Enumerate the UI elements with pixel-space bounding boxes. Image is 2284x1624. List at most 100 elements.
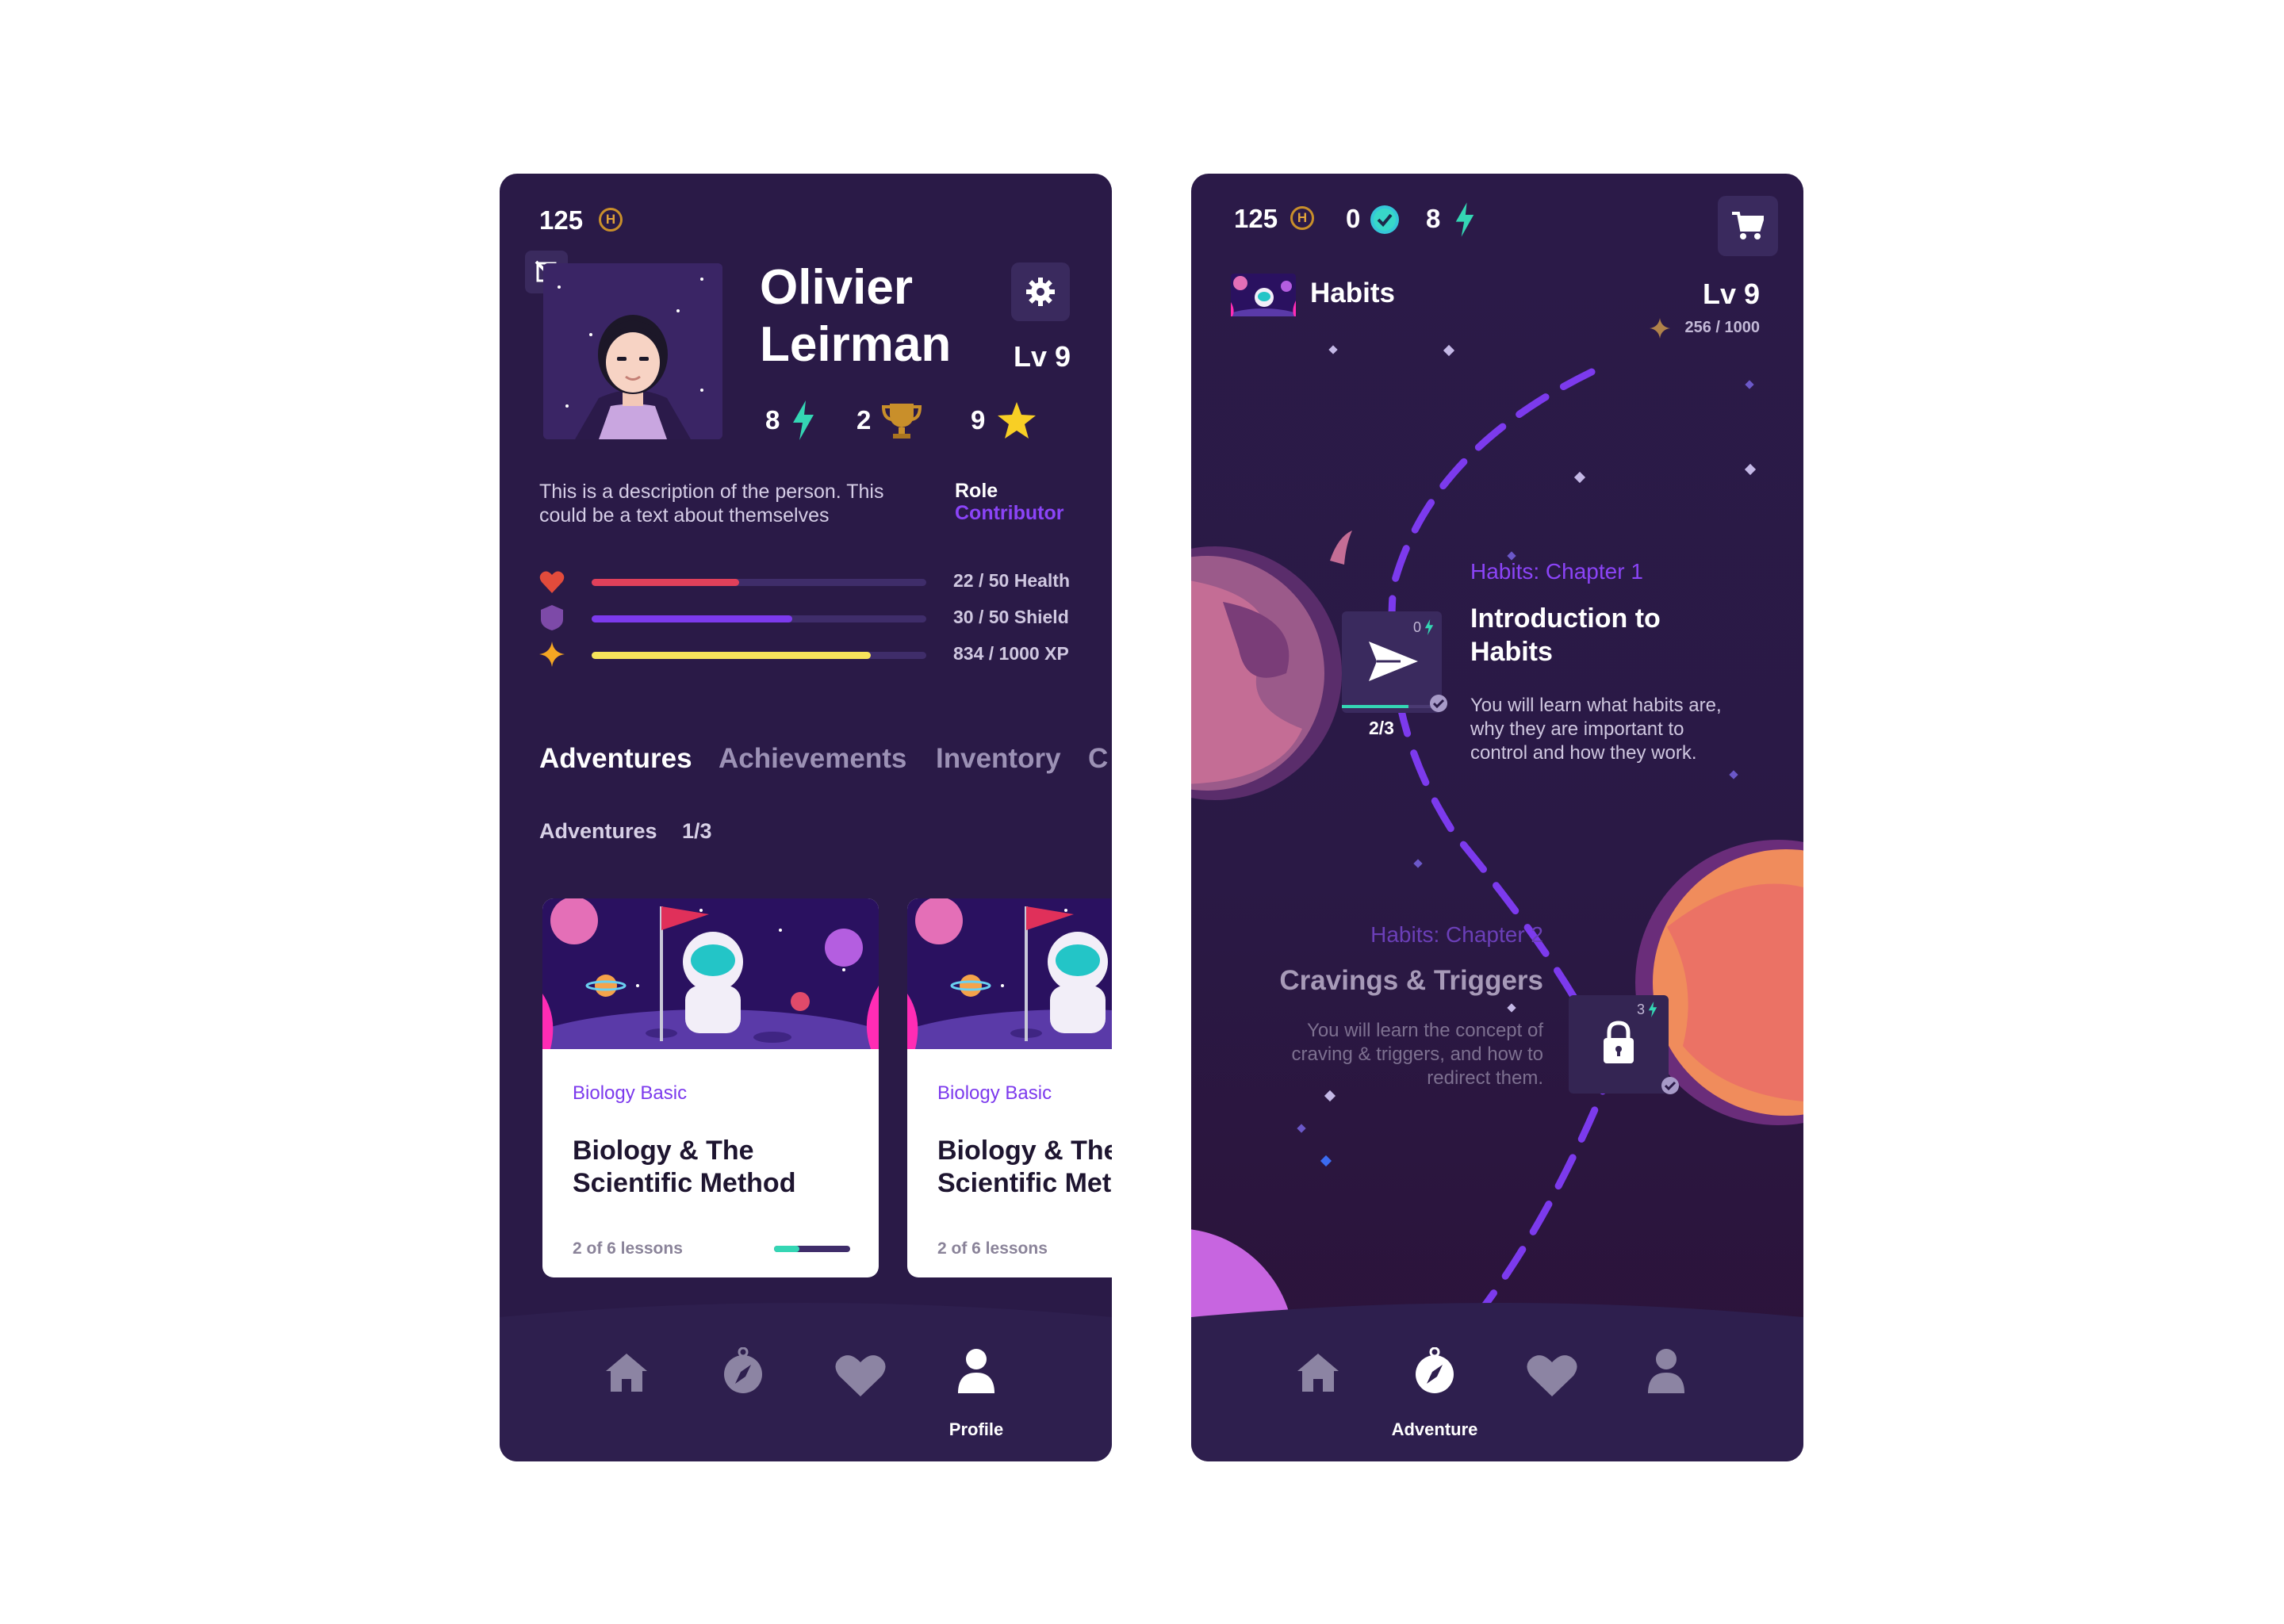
check-badge-icon <box>1370 205 1399 234</box>
check-icon <box>1430 695 1447 712</box>
xp-sparkle-icon <box>1650 318 1670 339</box>
section-count: 1/3 <box>682 819 712 843</box>
xp-sparkle-icon <box>539 642 565 667</box>
adventure-path <box>1388 368 1615 1335</box>
node-cost: 3 <box>1637 1002 1646 1017</box>
energy-count: 8 <box>765 405 780 435</box>
lightning-icon <box>1648 1002 1657 1017</box>
node-progress-track <box>1342 705 1442 708</box>
xp-label: 834 / 1000 XP <box>953 643 1069 664</box>
card-title: Biology & The Scientific Method <box>573 1135 874 1200</box>
energy-count: 8 <box>1426 204 1441 233</box>
adventure-card[interactable]: Biology Basic Biology & The Scientific M… <box>542 898 879 1277</box>
trophy-count: 2 <box>856 405 872 435</box>
heart-icon <box>539 571 565 593</box>
chapter1-desc-line-1: You will learn what habits are, <box>1470 695 1722 716</box>
card-title: Biology & The Scientific Met <box>937 1135 1112 1200</box>
chapter1-description: You will learn what habits are, why they… <box>1470 694 1722 765</box>
coin-icon: H <box>1290 206 1314 230</box>
shield-icon <box>541 605 563 630</box>
chapter2-kicker: Habits: Chapter 2 <box>1370 922 1543 947</box>
course-level: Lv 9 <box>1702 278 1760 310</box>
chapter1-kicker: Habits: Chapter 1 <box>1470 559 1643 584</box>
chapter2-title[interactable]: Cravings & Triggers <box>1279 965 1543 997</box>
card-title-line-2: Scientific Method <box>573 1168 796 1198</box>
astronaut-illustration <box>907 898 1112 1049</box>
chapter1-desc-line-3: control and how they work. <box>1470 742 1697 764</box>
chapter1-node[interactable]: 0 <box>1342 611 1442 713</box>
course-title: Habits <box>1310 278 1395 308</box>
trophy-icon <box>882 404 922 439</box>
card-lessons: 2 of 6 lessons <box>937 1239 1048 1258</box>
health-label: 22 / 50 Health <box>953 570 1071 591</box>
lock-icon <box>1604 1021 1634 1063</box>
star-count: 9 <box>971 405 986 435</box>
node-progress: 2/3 <box>1369 718 1394 738</box>
shield-bar <box>592 615 926 622</box>
chapter2-node[interactable]: 3 <box>1569 995 1669 1094</box>
coin-icon: H <box>599 208 623 232</box>
profile-level: Lv 9 <box>1014 340 1071 373</box>
chapter2-desc-line-1: You will learn the concept of <box>1307 1020 1543 1041</box>
star-icon <box>998 402 1036 439</box>
role-label: Role <box>955 480 998 502</box>
settings-button[interactable] <box>1011 262 1070 321</box>
card-category: Biology Basic <box>573 1082 688 1104</box>
coin-count: 125 <box>539 205 584 235</box>
lightning-icon <box>1455 202 1474 237</box>
chapter1-title-line-2: Habits <box>1470 637 1553 667</box>
card-title-line-1: Biology & The <box>573 1136 754 1166</box>
compass-icon[interactable] <box>1412 1347 1457 1395</box>
card-title-line-1: Biology & The <box>937 1136 1112 1166</box>
adventure-card[interactable]: Biology Basic Biology & The Scientific M… <box>907 898 1112 1277</box>
coin-count: 125 <box>1234 204 1278 233</box>
heart-nav-icon[interactable] <box>834 1354 887 1398</box>
profile-icon[interactable] <box>1646 1347 1686 1395</box>
chapter2-desc-line-3: redirect them. <box>1427 1067 1543 1089</box>
cart-button[interactable] <box>1718 196 1778 256</box>
profile-name: Olivier Leirman <box>760 259 951 373</box>
compass-icon[interactable] <box>721 1347 765 1395</box>
lightning-icon <box>793 400 814 440</box>
home-icon[interactable] <box>604 1352 649 1393</box>
description-line-2: could be a text about themselves <box>539 504 830 527</box>
astronaut-illustration <box>542 898 879 1049</box>
tab-adventures[interactable]: Adventures <box>539 743 692 775</box>
tab-achievements[interactable]: Achievements <box>719 743 906 775</box>
home-icon[interactable] <box>1296 1352 1340 1393</box>
check-count: 0 <box>1346 204 1361 233</box>
chapter1-title-line-1: Introduction to <box>1470 603 1661 634</box>
avatar <box>543 263 722 439</box>
card-progress-bar <box>774 1246 850 1252</box>
chapter2-desc-line-2: craving & triggers, and how to <box>1291 1044 1544 1065</box>
nav-label-profile[interactable]: Profile <box>913 1419 1040 1440</box>
health-bar <box>592 579 926 586</box>
profile-description: This is a description of the person. Thi… <box>539 480 883 527</box>
chapter2-description: You will learn the concept of craving & … <box>1292 1019 1544 1090</box>
heart-nav-icon[interactable] <box>1526 1354 1578 1398</box>
xp-bar <box>592 652 926 659</box>
paper-plane-icon <box>1369 642 1418 681</box>
course-thumbnail <box>1231 274 1296 316</box>
course-xp: 256 / 1000 <box>1684 319 1760 336</box>
tab-inventory[interactable]: Inventory <box>936 743 1061 775</box>
profile-name-last: Leirman <box>760 317 952 372</box>
chapter1-desc-line-2: why they are important to <box>1470 718 1684 740</box>
tab-more[interactable]: C <box>1088 743 1108 775</box>
check-icon <box>1661 1077 1679 1094</box>
profile-screen: 125 H Olivier Leirman Lv 9 8 2 9 This is… <box>500 174 1112 1461</box>
section-label: Adventures <box>539 819 657 843</box>
card-title-line-2: Scientific Met <box>937 1168 1112 1198</box>
gear-icon <box>1026 278 1055 306</box>
nav-label-adventure[interactable]: Adventure <box>1371 1419 1498 1440</box>
card-lessons: 2 of 6 lessons <box>573 1239 683 1258</box>
shield-label: 30 / 50 Shield <box>953 607 1069 627</box>
lightning-icon <box>1424 619 1434 635</box>
description-line-1: This is a description of the person. Thi… <box>539 481 884 503</box>
profile-icon[interactable] <box>956 1347 996 1395</box>
card-category: Biology Basic <box>937 1082 1052 1104</box>
node-cost: 0 <box>1413 619 1422 635</box>
profile-name-first: Olivier <box>760 260 913 315</box>
chapter1-title[interactable]: Introduction to Habits <box>1470 602 1661 668</box>
cart-icon <box>1732 212 1764 239</box>
